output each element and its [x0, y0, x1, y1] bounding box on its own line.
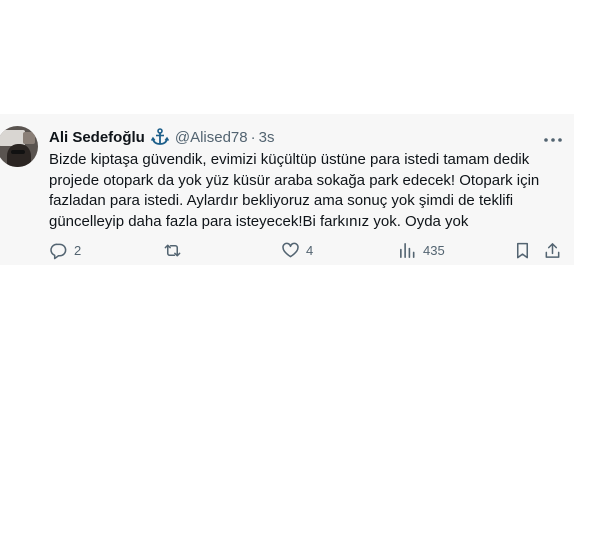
tweet-card[interactable]: Ali Sedefoğlu @Alised78 · 3s Bizde kipta…	[0, 114, 574, 265]
analytics-icon	[398, 241, 417, 260]
tweet-text: Bizde kiptaşa güvendik, evimizi küçültüp…	[49, 151, 540, 230]
share-button[interactable]	[543, 241, 562, 260]
timestamp[interactable]: 3s	[259, 129, 275, 146]
reply-count: 2	[74, 243, 82, 258]
author-name[interactable]: Ali Sedefoğlu	[49, 129, 145, 146]
retweet-button[interactable]	[163, 241, 188, 260]
author-handle[interactable]: @Alised78	[175, 129, 248, 146]
tweet-header: Ali Sedefoğlu @Alised78 · 3s	[49, 128, 275, 146]
like-count: 4	[306, 243, 314, 258]
view-count: 435	[423, 243, 445, 258]
avatar[interactable]	[0, 126, 38, 167]
anchor-icon	[150, 128, 170, 146]
views-button[interactable]: 435	[398, 241, 445, 260]
retweet-icon	[163, 241, 182, 260]
bookmark-icon	[513, 241, 532, 260]
like-button[interactable]: 4	[281, 241, 313, 260]
reply-button[interactable]: 2	[49, 241, 81, 260]
more-options-icon[interactable]	[542, 132, 564, 142]
share-icon	[543, 241, 562, 260]
heart-icon	[281, 241, 300, 260]
reply-icon	[49, 241, 68, 260]
bookmark-button[interactable]	[513, 241, 532, 260]
separator-dot: ·	[250, 128, 256, 146]
